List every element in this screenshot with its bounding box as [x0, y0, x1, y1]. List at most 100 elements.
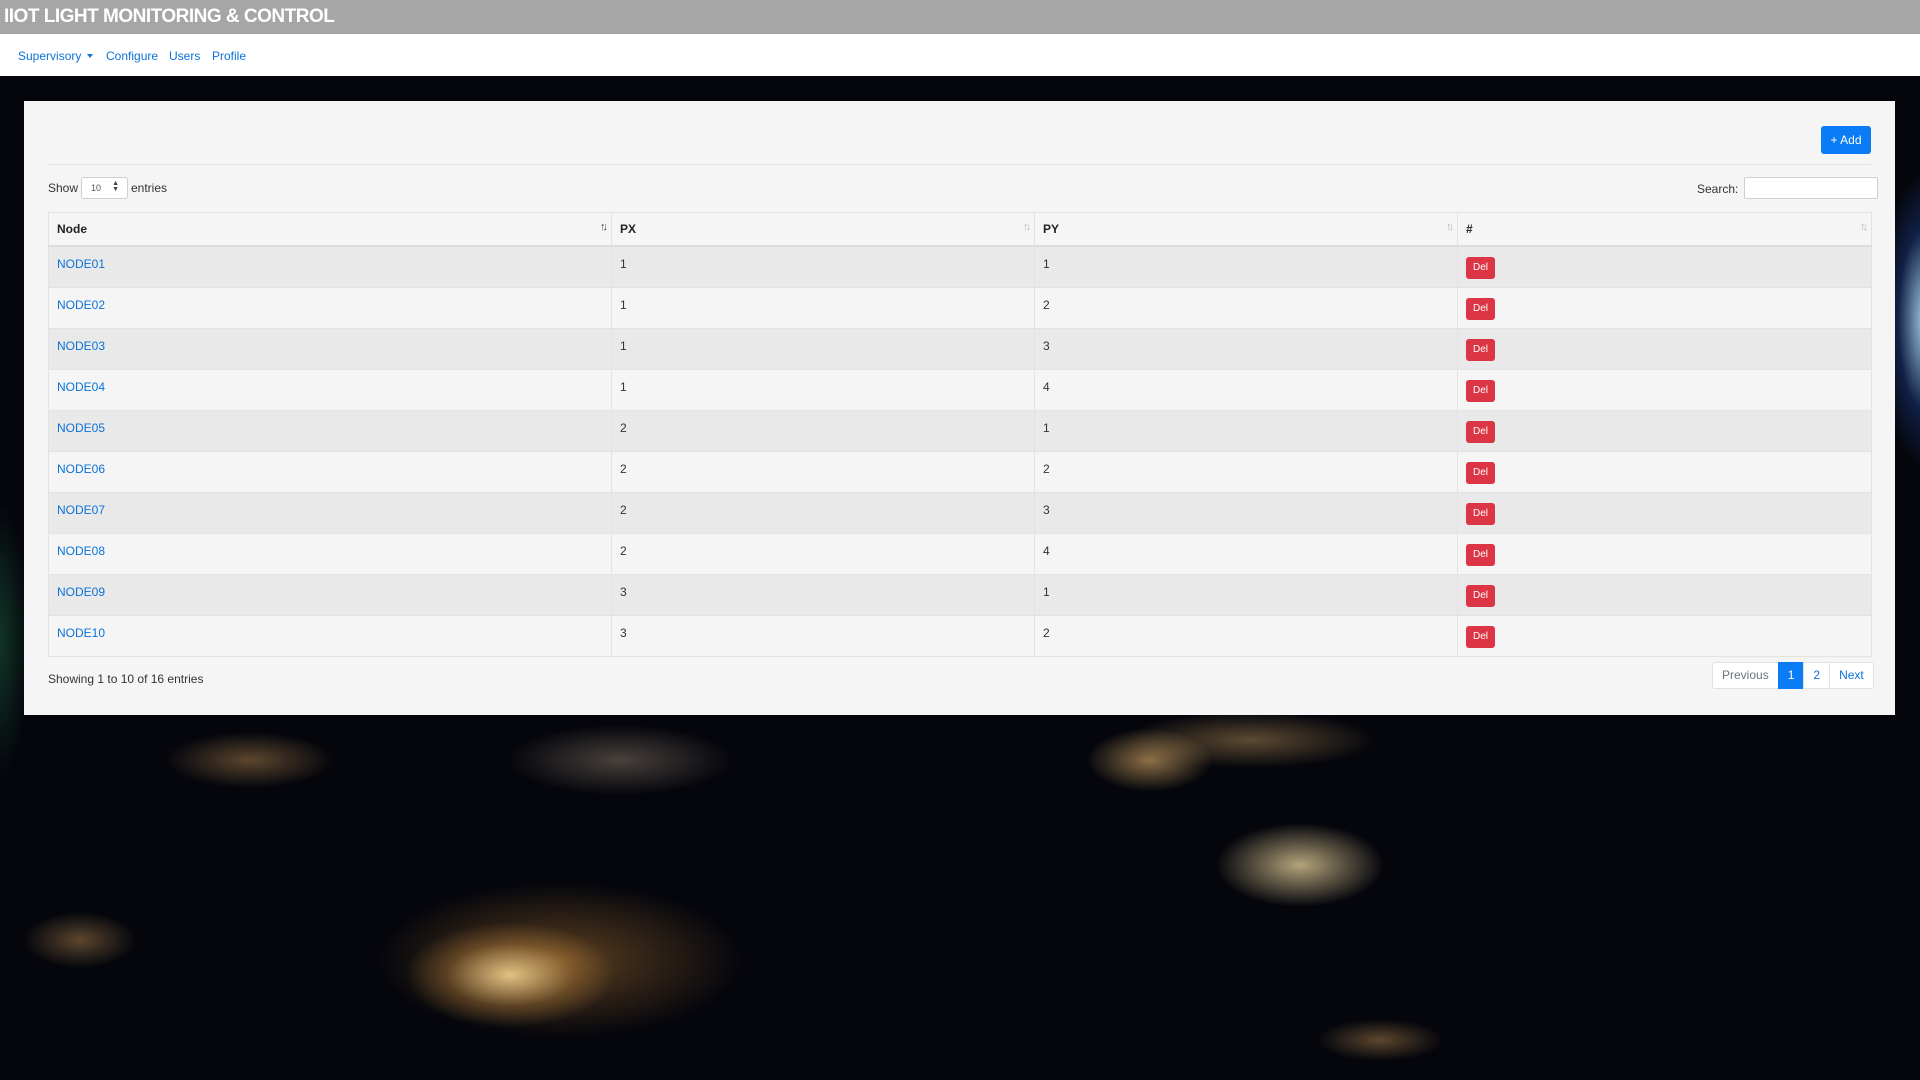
px-cell: 2 [611, 532, 1035, 575]
py-cell: 4 [1034, 532, 1458, 575]
column-header-label: PX [620, 222, 637, 236]
nav-users[interactable]: Users [169, 49, 200, 63]
node-link[interactable]: NODE01 [57, 257, 105, 271]
node-link[interactable]: NODE04 [57, 380, 105, 394]
py-cell: 2 [1034, 286, 1458, 329]
node-cell: NODE01 [48, 245, 612, 288]
delete-button[interactable]: Del [1466, 461, 1495, 484]
delete-button[interactable]: Del [1466, 584, 1495, 607]
action-cell: Del [1457, 491, 1872, 534]
show-label: Show [48, 181, 79, 195]
pagination-next[interactable]: Next [1829, 662, 1874, 689]
column-header-label: # [1466, 222, 1473, 236]
action-cell: Del [1457, 245, 1872, 288]
table-row: NODE10 3 2 Del [48, 614, 1872, 657]
node-link[interactable]: NODE07 [57, 503, 105, 517]
node-link[interactable]: NODE02 [57, 298, 105, 312]
py-cell: 4 [1034, 368, 1458, 411]
search-label: Search: [1697, 182, 1739, 196]
px-cell: 3 [611, 573, 1035, 616]
column-header-px[interactable]: PX ↑↓ [611, 212, 1035, 247]
table-row: NODE01 1 1 Del [48, 245, 1872, 288]
node-cell: NODE02 [48, 286, 612, 329]
action-cell: Del [1457, 409, 1872, 452]
pagination: Previous 1 2 Next [1712, 662, 1874, 689]
node-link[interactable]: NODE09 [57, 585, 105, 599]
sort-icon: ↑↓ [600, 221, 608, 233]
nav-profile[interactable]: Profile [212, 49, 246, 63]
delete-button[interactable]: Del [1466, 338, 1495, 361]
page-length-select[interactable]: 10 ▲ ▼ [81, 177, 128, 199]
sort-icon: ↑↓ [1446, 221, 1454, 233]
nav-supervisory-dropdown[interactable]: Supervisory [18, 49, 94, 63]
px-cell: 1 [611, 368, 1035, 411]
delete-button[interactable]: Del [1466, 420, 1495, 443]
action-cell: Del [1457, 573, 1872, 616]
table-row: NODE02 1 2 Del [48, 286, 1872, 329]
app-title: IIOT LIGHT MONITORING & CONTROL [4, 6, 335, 27]
px-cell: 1 [611, 327, 1035, 370]
node-link[interactable]: NODE06 [57, 462, 105, 476]
table-row: NODE07 2 3 Del [48, 491, 1872, 534]
column-header-node[interactable]: Node ↑↓ [48, 212, 612, 247]
chevron-down-icon [87, 54, 94, 58]
pagination-page-2[interactable]: 2 [1803, 662, 1831, 689]
node-link[interactable]: NODE03 [57, 339, 105, 353]
nav-bar: Supervisory Configure Users Profile [0, 34, 1920, 76]
column-header-label: PY [1043, 222, 1060, 236]
table-info: Showing 1 to 10 of 16 entries [48, 672, 204, 686]
py-cell: 1 [1034, 409, 1458, 452]
table-row: NODE04 1 4 Del [48, 368, 1872, 411]
node-cell: NODE04 [48, 368, 612, 411]
px-cell: 2 [611, 491, 1035, 534]
search-input[interactable] [1744, 177, 1878, 199]
nav-supervisory-label: Supervisory [18, 49, 82, 63]
px-cell: 2 [611, 409, 1035, 452]
sort-icon: ↑↓ [1023, 221, 1031, 233]
delete-button[interactable]: Del [1466, 297, 1495, 320]
py-cell: 2 [1034, 450, 1458, 493]
column-header-actions[interactable]: # ↑↓ [1457, 212, 1872, 247]
pagination-page-1[interactable]: 1 [1777, 662, 1805, 689]
node-cell: NODE07 [48, 491, 612, 534]
sort-icon: ↑↓ [1860, 221, 1868, 233]
action-cell: Del [1457, 614, 1872, 657]
node-cell: NODE05 [48, 409, 612, 452]
node-cell: NODE10 [48, 614, 612, 657]
delete-button[interactable]: Del [1466, 625, 1495, 648]
table-header-row: Node ↑↓ PX ↑↓ PY ↑↓ # ↑↓ [48, 212, 1872, 247]
node-link[interactable]: NODE08 [57, 544, 105, 558]
delete-button[interactable]: Del [1466, 502, 1495, 525]
entries-label: entries [131, 181, 168, 195]
node-link[interactable]: NODE10 [57, 626, 105, 640]
action-cell: Del [1457, 286, 1872, 329]
table-row: NODE05 2 1 Del [48, 409, 1872, 452]
page-length-value: 10 [91, 183, 102, 193]
px-cell: 1 [611, 286, 1035, 329]
action-cell: Del [1457, 532, 1872, 575]
node-cell: NODE09 [48, 573, 612, 616]
node-link[interactable]: NODE05 [57, 421, 105, 435]
py-cell: 3 [1034, 327, 1458, 370]
pagination-previous[interactable]: Previous [1712, 662, 1779, 689]
node-cell: NODE08 [48, 532, 612, 575]
nodes-card: + Add Show 10 ▲ ▼ entries Search: Node ↑↓ … [24, 101, 1895, 715]
column-header-label: Node [57, 222, 87, 236]
py-cell: 1 [1034, 573, 1458, 616]
px-cell: 1 [611, 245, 1035, 288]
table-row: NODE06 2 2 Del [48, 450, 1872, 493]
py-cell: 2 [1034, 614, 1458, 657]
add-button[interactable]: + Add [1821, 126, 1871, 154]
column-header-py[interactable]: PY ↑↓ [1034, 212, 1458, 247]
select-arrows-icon: ▲ ▼ [112, 180, 119, 193]
divider [48, 164, 1871, 165]
table-row: NODE08 2 4 Del [48, 532, 1872, 575]
action-cell: Del [1457, 450, 1872, 493]
delete-button[interactable]: Del [1466, 543, 1495, 566]
node-cell: NODE06 [48, 450, 612, 493]
delete-button[interactable]: Del [1466, 257, 1495, 279]
action-cell: Del [1457, 327, 1872, 370]
delete-button[interactable]: Del [1466, 379, 1495, 402]
action-cell: Del [1457, 368, 1872, 411]
nav-configure[interactable]: Configure [106, 49, 158, 63]
